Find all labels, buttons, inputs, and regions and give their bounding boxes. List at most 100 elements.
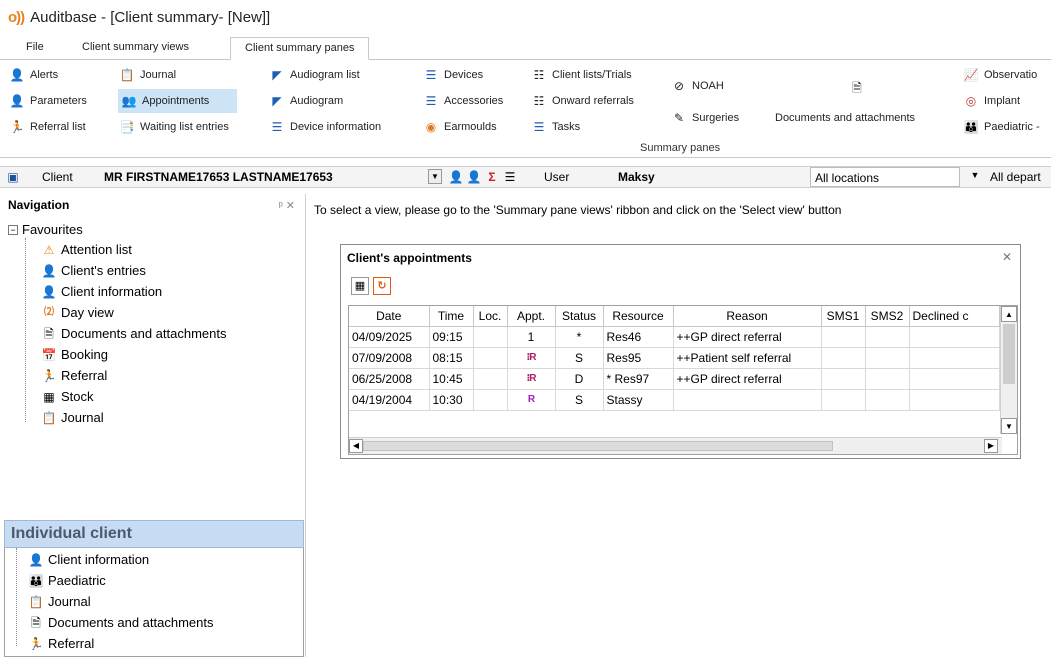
noah-button[interactable]: ⊘ NOAH bbox=[670, 76, 724, 96]
nav-item-documents[interactable]: 🗎 Documents and attachments bbox=[40, 324, 226, 344]
departments-chevron-icon[interactable]: ▼ bbox=[968, 169, 982, 184]
table-row[interactable]: 04/09/2025 09:15 1 * Res46 ++GP direct r… bbox=[349, 326, 1000, 348]
nav-item-client-information[interactable]: 👤 Client information bbox=[40, 282, 163, 302]
parameters-button[interactable]: 👤 Parameters bbox=[8, 91, 87, 111]
table-row[interactable]: 06/25/2008 10:45 ⁝R D * Res97 ++GP direc… bbox=[349, 368, 1000, 390]
waiting-list-icon: 📑 bbox=[119, 120, 135, 134]
individual-client-panel: 👤 Client information 👪 Paediatric 📋 Journal… bbox=[4, 548, 304, 657]
col-sms2[interactable]: SMS2 bbox=[865, 306, 910, 327]
client-lists-button[interactable]: ☷ Client lists/Trials bbox=[530, 65, 632, 85]
journal-button[interactable]: 📋 Journal bbox=[118, 65, 177, 85]
departments-select[interactable]: All depart bbox=[990, 167, 1041, 187]
locations-select[interactable]: All locations bbox=[810, 167, 960, 187]
select-view-message: To select a view, please go to the 'Summ… bbox=[314, 203, 842, 217]
ind-item-client-information[interactable]: 👤 Client information bbox=[27, 550, 150, 570]
tab-file[interactable]: File bbox=[12, 37, 58, 60]
onward-referrals-button[interactable]: ☷ Onward referrals bbox=[530, 91, 634, 111]
tab-client-summary-views[interactable]: Client summary views bbox=[68, 37, 203, 60]
documents-button[interactable]: Documents and attachments bbox=[775, 108, 915, 128]
close-icon[interactable]: ✕ bbox=[1002, 250, 1012, 264]
audiogram-list-icon: ◤ bbox=[272, 68, 282, 82]
client-search-icon[interactable]: 👤 bbox=[448, 167, 464, 187]
client-panel-icon[interactable]: ▣ bbox=[4, 167, 22, 187]
scroll-right-icon[interactable]: ▶ bbox=[984, 439, 998, 453]
col-status[interactable]: Status bbox=[555, 306, 604, 327]
col-date[interactable]: Date bbox=[349, 306, 430, 327]
individual-client-header[interactable]: Individual client bbox=[4, 520, 304, 548]
nav-item-referral[interactable]: 🏃 Referral bbox=[40, 366, 108, 386]
vertical-scroll-thumb[interactable] bbox=[1003, 324, 1015, 384]
noah-icon: ⊘ bbox=[673, 79, 685, 93]
referral-list-button[interactable]: 🏃 Referral list bbox=[8, 117, 86, 137]
alerts-button[interactable]: 👤 Alerts bbox=[8, 65, 59, 85]
col-resource[interactable]: Resource bbox=[603, 306, 674, 327]
earmoulds-button[interactable]: ◉ Earmoulds bbox=[422, 117, 497, 137]
app-logo-icon: o)) bbox=[8, 8, 25, 26]
devices-button[interactable]: ☰ Devices bbox=[422, 65, 484, 85]
navigation-header: Navigation bbox=[8, 198, 70, 212]
observations-icon: 📈 bbox=[963, 68, 979, 82]
calendar-icon[interactable]: ▦ bbox=[351, 277, 369, 295]
scroll-up-icon[interactable]: ▲ bbox=[1001, 306, 1017, 322]
ind-item-referral[interactable]: 🏃 Referral bbox=[27, 634, 95, 654]
surgeries-button[interactable]: ✎ Surgeries bbox=[670, 108, 739, 128]
collapse-icon[interactable]: − bbox=[8, 225, 18, 235]
col-appt[interactable]: Appt. bbox=[507, 306, 556, 327]
vertical-scrollbar[interactable]: ▲ ▼ bbox=[1000, 306, 1017, 434]
tasks-button[interactable]: ☰ Tasks bbox=[530, 117, 581, 137]
horizontal-scroll-thumb[interactable] bbox=[363, 441, 833, 451]
nav-item-attention-list[interactable]: ⚠ Attention list bbox=[40, 240, 132, 260]
ind-item-journal[interactable]: 📋 Journal bbox=[27, 592, 91, 612]
documents-icon: 🗎 bbox=[852, 81, 862, 95]
refresh-icon[interactable]: ↻ bbox=[373, 277, 391, 295]
col-reason[interactable]: Reason bbox=[673, 306, 822, 327]
ribbon-tabs: File Client summary views Client summary… bbox=[0, 34, 1051, 60]
onward-referrals-icon: ☷ bbox=[533, 94, 545, 108]
appointments-toolbar: ▦ ↻ bbox=[351, 277, 391, 295]
paediatric-button[interactable]: 👪 Paediatric - bbox=[962, 117, 1040, 137]
favourites-node[interactable]: − Favourites bbox=[8, 220, 83, 240]
client-lists-icon: ☷ bbox=[533, 68, 545, 82]
horizontal-scrollbar[interactable]: ◀ ▶ bbox=[349, 437, 1002, 454]
table-row[interactable]: 07/09/2008 08:15 ⁝R S Res95 ++Patient se… bbox=[349, 347, 1000, 369]
implant-button[interactable]: ◎ Implant bbox=[962, 91, 1020, 111]
nav-item-day-view[interactable]: ⑵ Day view bbox=[40, 303, 114, 323]
surgeries-icon: ✎ bbox=[673, 111, 685, 125]
nav-item-stock[interactable]: ▦ Stock bbox=[40, 387, 93, 407]
client-bar: ▣ Client MR FIRSTNAME17653 LASTNAME17653… bbox=[0, 166, 1051, 188]
waiting-list-button[interactable]: 📑 Waiting list entries bbox=[118, 117, 229, 137]
audiogram-list-button[interactable]: ◤ Audiogram list bbox=[268, 65, 359, 85]
pin-close-icon[interactable]: ᵖ ✕ bbox=[279, 199, 295, 212]
client-add-icon[interactable]: 👤 bbox=[466, 167, 482, 187]
audiogram-button[interactable]: ◤ Audiogram bbox=[268, 91, 343, 111]
referral-icon: 🏃 bbox=[41, 369, 57, 383]
journal-icon: 📋 bbox=[119, 68, 135, 82]
ind-item-documents[interactable]: 🗎 Documents and attachments bbox=[27, 613, 213, 633]
journal-icon: 📋 bbox=[41, 411, 57, 425]
warning-icon: ⚠ bbox=[43, 243, 55, 257]
table-row[interactable]: 04/19/2004 10:30 R S Stassy bbox=[349, 389, 1000, 411]
appointments-button[interactable]: 👥 Appointments bbox=[118, 89, 237, 113]
observations-button[interactable]: 📈 Observatio bbox=[962, 65, 1038, 85]
sum-icon[interactable]: Σ bbox=[484, 167, 500, 187]
list-icon[interactable]: ☰ bbox=[502, 167, 518, 187]
col-sms1[interactable]: SMS1 bbox=[821, 306, 866, 327]
nav-item-booking[interactable]: 📅 Booking bbox=[40, 345, 108, 365]
ribbon: 👤 Alerts 👤 Parameters 🏃 Referral list 📋 Jour… bbox=[0, 60, 1051, 158]
accessories-button[interactable]: ☰ Accessories bbox=[422, 91, 504, 111]
scroll-left-icon[interactable]: ◀ bbox=[349, 439, 363, 453]
stock-icon: ▦ bbox=[43, 390, 55, 404]
scroll-down-icon[interactable]: ▼ bbox=[1001, 418, 1017, 434]
col-time[interactable]: Time bbox=[429, 306, 474, 327]
col-declined[interactable]: Declined c bbox=[909, 306, 1000, 327]
tab-client-summary-panes[interactable]: Client summary panes bbox=[230, 37, 370, 60]
window-title: Auditbase - [Client summary- [New]] bbox=[30, 8, 271, 26]
appt-type-icon: R bbox=[507, 389, 556, 411]
navigation-panel: Navigation ᵖ ✕ − Favourites ⚠ Attention l… bbox=[0, 194, 306, 657]
col-loc[interactable]: Loc. bbox=[473, 306, 508, 327]
nav-item-clients-entries[interactable]: 👤 Client's entries bbox=[40, 261, 146, 281]
ind-item-paediatric[interactable]: 👪 Paediatric bbox=[27, 571, 106, 591]
client-dropdown-chevron-icon[interactable]: ▼ bbox=[428, 169, 442, 184]
nav-item-journal[interactable]: 📋 Journal bbox=[40, 408, 104, 428]
device-information-button[interactable]: ☰ Device information bbox=[268, 117, 381, 137]
